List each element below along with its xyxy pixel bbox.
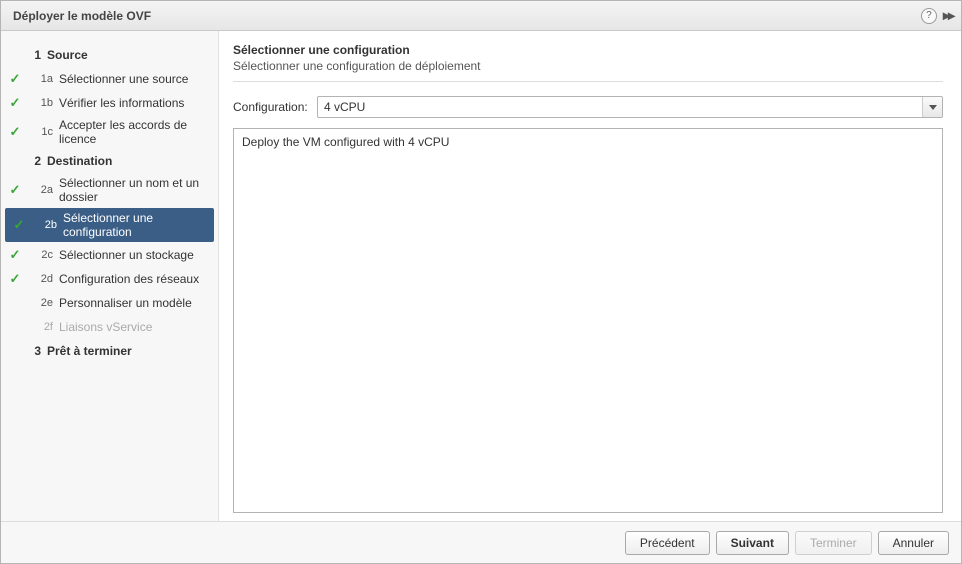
sidebar-step-2b[interactable]: ✓ 2b Sélectionner une configuration: [5, 208, 214, 242]
step-label: Prêt à terminer: [45, 344, 210, 358]
step-number: 2: [23, 154, 45, 168]
step-number: 2f: [23, 321, 57, 333]
configuration-row: Configuration: 4 vCPU: [233, 96, 943, 118]
wizard-footer: Précédent Suivant Terminer Annuler: [1, 521, 961, 563]
check-icon: ✓: [7, 247, 23, 263]
step-label: Source: [45, 48, 210, 62]
step-number: 1b: [23, 97, 57, 109]
sidebar-step-2e[interactable]: 2e Personnaliser un modèle: [1, 291, 218, 315]
cancel-button[interactable]: Annuler: [878, 531, 949, 555]
wizard-sidebar: 1 Source ✓ 1a Sélectionner une source ✓ …: [1, 31, 219, 521]
chevron-down-icon[interactable]: [922, 97, 942, 117]
step-number: 3: [23, 344, 45, 358]
sidebar-step-1c[interactable]: ✓ 1c Accepter les accords de licence: [1, 115, 218, 149]
titlebar-controls: ? ▸▸: [921, 7, 953, 24]
next-button[interactable]: Suivant: [716, 531, 789, 555]
step-label: Sélectionner un nom et un dossier: [57, 176, 210, 204]
check-icon: ✓: [11, 217, 27, 233]
sidebar-step-2d[interactable]: ✓ 2d Configuration des réseaux: [1, 267, 218, 291]
finish-button: Terminer: [795, 531, 872, 555]
expand-icon[interactable]: ▸▸: [943, 7, 953, 24]
configuration-value[interactable]: 4 vCPU: [317, 96, 943, 118]
step-number: 1a: [23, 73, 57, 85]
configuration-label: Configuration:: [233, 100, 317, 114]
help-icon[interactable]: ?: [921, 8, 937, 24]
sidebar-step-2c[interactable]: ✓ 2c Sélectionner un stockage: [1, 243, 218, 267]
check-icon: ✓: [7, 271, 23, 287]
step-number: 2e: [23, 297, 57, 309]
step-label: Liaisons vService: [57, 320, 210, 334]
sidebar-step-2a[interactable]: ✓ 2a Sélectionner un nom et un dossier: [1, 173, 218, 207]
step-number: 2a: [23, 184, 57, 196]
sidebar-section-ready: 3 Prêt à terminer: [1, 339, 218, 363]
ovf-deploy-wizard: Déployer le modèle OVF ? ▸▸ 1 Source ✓ 1…: [0, 0, 962, 564]
divider: [233, 81, 943, 82]
configuration-description: Deploy the VM configured with 4 vCPU: [233, 128, 943, 513]
titlebar: Déployer le modèle OVF ? ▸▸: [1, 1, 961, 31]
sidebar-step-2f: 2f Liaisons vService: [1, 315, 218, 339]
configuration-select[interactable]: 4 vCPU: [317, 96, 943, 118]
back-button[interactable]: Précédent: [625, 531, 710, 555]
sidebar-step-1a[interactable]: ✓ 1a Sélectionner une source: [1, 67, 218, 91]
page-subtitle: Sélectionner une configuration de déploi…: [233, 59, 943, 73]
wizard-body: 1 Source ✓ 1a Sélectionner une source ✓ …: [1, 31, 961, 521]
step-label: Destination: [45, 154, 210, 168]
window-title: Déployer le modèle OVF: [13, 9, 921, 23]
step-number: 1: [23, 48, 45, 62]
step-number: 2d: [23, 273, 57, 285]
step-number: 1c: [23, 126, 57, 138]
step-label: Configuration des réseaux: [57, 272, 210, 286]
wizard-main: Sélectionner une configuration Sélection…: [219, 31, 961, 521]
check-icon: ✓: [7, 182, 23, 198]
step-label: Accepter les accords de licence: [57, 118, 210, 146]
step-label: Sélectionner un stockage: [57, 248, 210, 262]
sidebar-section-destination: 2 Destination: [1, 149, 218, 173]
check-icon: ✓: [7, 71, 23, 87]
step-label: Personnaliser un modèle: [57, 296, 210, 310]
step-label: Sélectionner une configuration: [61, 211, 206, 239]
sidebar-section-source: 1 Source: [1, 43, 218, 67]
sidebar-step-1b[interactable]: ✓ 1b Vérifier les informations: [1, 91, 218, 115]
step-label: Vérifier les informations: [57, 96, 210, 110]
step-number: 2b: [27, 219, 61, 231]
page-title: Sélectionner une configuration: [233, 43, 943, 57]
step-number: 2c: [23, 249, 57, 261]
step-label: Sélectionner une source: [57, 72, 210, 86]
check-icon: ✓: [7, 95, 23, 111]
check-icon: ✓: [7, 124, 23, 140]
